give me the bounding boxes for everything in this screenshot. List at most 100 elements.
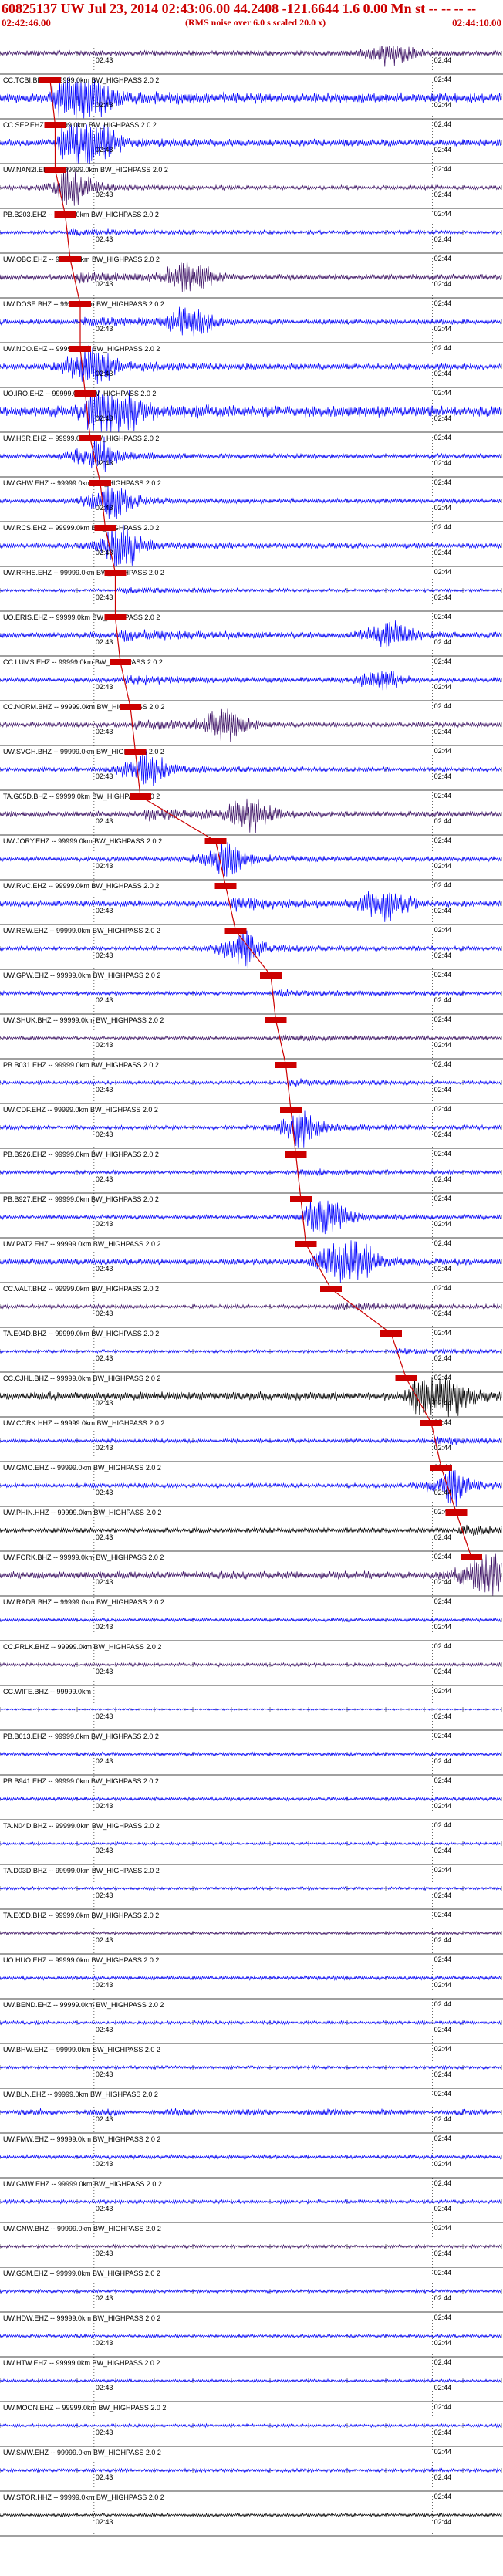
tick-label: 02:44 (434, 1354, 452, 1362)
station-label: TA.E05D.BHZ -- 99999.0km BW_HIGHPASS 2.0… (3, 1912, 159, 1919)
tick-label: 02:43 (96, 1668, 113, 1675)
tick-label: 02:43 (96, 1444, 113, 1452)
tick-label: 02:44 (434, 1597, 452, 1605)
tick-label: 02:44 (434, 2269, 452, 2277)
trace-row: 02:43 02:4402:44UW.HSR.EHZ -- 99999.0km B… (0, 431, 503, 473)
tick-label: 02:43 (96, 638, 113, 646)
tick-label: 02:44 (434, 1802, 452, 1810)
tick-label: 02:44 (434, 1195, 452, 1202)
trace-row: 02:43 02:44 02:44 PB.B926.EHZ -- 99999.0km … (0, 1148, 503, 1183)
trace-row: 02:43 02:44 02:44 PB.B941.EHZ -- 99999.0km … (0, 1774, 503, 1810)
tick-label: 02:43 (96, 2429, 113, 2436)
station-label: PB.B203.EHZ -- 99999.0km BW_HIGHPASS 2.0… (3, 211, 159, 218)
waveform (0, 1662, 502, 1668)
tick-label: 02:43 (96, 1802, 113, 1810)
waveform (0, 989, 502, 997)
station-label: UW.BHW.EHZ -- 99999.0km BW_HIGHPASS 2.0 … (3, 2046, 160, 2054)
tick-label: 02:44 (434, 210, 452, 218)
tick-label: 02:44 (434, 728, 452, 735)
tick-label: 02:44 (434, 2224, 452, 2232)
tick-label: 02:44 (434, 1533, 452, 1541)
waveform (0, 620, 502, 648)
tick-label: 02:44 (434, 2090, 452, 2098)
trace-row: 02:43 02:4402:44UW.RCS.EHZ -- 99999.0km B… (0, 521, 503, 567)
station-label: UW.STOR.HHZ -- 99999.0km BW_HIGHPASS 2.0… (3, 2493, 164, 2501)
station-label: UW.RADR.BHZ -- 99999.0km BW_HIGHPASS 2.0… (3, 1598, 164, 1606)
tick-label: 02:44 (434, 2026, 452, 2033)
tick-label: 02:44 (434, 1016, 452, 1023)
tick-label: 02:44 (434, 2314, 452, 2321)
tick-label: 02:43 (96, 1086, 113, 1094)
station-label: UO.HUO.EHZ -- 99999.0km BW_HIGHPASS 2.0 … (3, 1956, 159, 1964)
tick-label: 02:44 (434, 325, 452, 333)
tick-label: 02:44 (434, 952, 452, 959)
tick-label: 02:43 (96, 2205, 113, 2213)
waveform (0, 1617, 502, 1623)
tick-label: 02:44 (434, 2000, 452, 2008)
tick-label: 02:44 (434, 191, 452, 198)
tick-label: 02:44 (434, 120, 452, 128)
waveform (0, 1975, 502, 1981)
event-title: 60825137 UW Jul 23, 2014 02:43:06.00 44.… (2, 1, 477, 16)
station-label: PB.B013.EHZ -- 99999.0km BW_HIGHPASS 2.0… (3, 1733, 159, 1740)
tick-label: 02:43 (96, 1847, 113, 1854)
waveform (0, 671, 502, 691)
trace-row: 02:43 02:44 02:44 UW.FORK.BHZ -- 99999.0km … (0, 1550, 503, 1596)
station-label: UW.MOON.EHZ -- 99999.0km BW_HIGHPASS 2.0… (3, 2404, 166, 2412)
tick-label: 02:44 (434, 1329, 452, 1337)
tick-label: 02:44 (434, 613, 452, 620)
waveform (0, 258, 502, 292)
station-label: UW.NAN2I.EHZ 01 99999.0km BW_HIGHPASS 2.… (3, 166, 168, 174)
tick-label: 02:44 (434, 2473, 452, 2481)
tick-label: 02:43 (96, 1131, 113, 1138)
waveform (0, 2020, 502, 2026)
tick-label: 02:44 (434, 504, 452, 512)
station-label: CC.LUMS.EHZ -- 99999.0km BW_HIGHPASS 2.0… (3, 658, 163, 666)
tick-label: 02:44 (434, 971, 452, 979)
tick-label: 02:43 (96, 1041, 113, 1049)
station-label: UW.GMW.EHZ -- 99999.0km BW_HIGHPASS 2.0 … (3, 2180, 162, 2188)
tick-label: 02:44 (434, 2135, 452, 2142)
station-label: UW.GHW.EHZ -- 99999.0km BW_HIGHPASS 2.0 … (3, 479, 161, 487)
trace-row: 02:43 02:44 02:44 TA.D03D.BHZ -- 99999.0km … (0, 1864, 503, 1899)
trace-row: 02:43 02:44 02:44 UW.HDW.EHZ -- 99999.0km B… (0, 2311, 503, 2347)
tick-label: 02:43 (96, 1354, 113, 1362)
station-label: CC.CJHL.BHZ -- 99999.0km BW_HIGHPASS 2.0… (3, 1374, 160, 1382)
station-label: UW.BLN.EHZ -- 99999.0km BW_HIGHPASS 2.0 … (3, 2091, 158, 2098)
tick-label: 02:44 (434, 1150, 452, 1158)
trace-row: 02:43 02:44 02:44 UW.GNW.BHZ -- 99999.0km B… (0, 2222, 503, 2257)
trace-row: 02:43 02:44 02:44 TA.E05D.BHZ -- 99999.0km … (0, 1908, 503, 1944)
tick-label: 02:43 (96, 907, 113, 914)
trace-row: 02:4302:4402:44UW.NCO.EHZ -- 99999.0km B… (0, 342, 503, 384)
tick-label: 02:44 (434, 2429, 452, 2436)
tick-label: 02:44 (434, 907, 452, 914)
trace-row: 02:43 02:4402:44CC.NORM.BHZ -- 99999.0km … (0, 700, 503, 742)
waveform (0, 2378, 502, 2383)
tick-label: 02:43 (96, 2294, 113, 2302)
waveform (0, 306, 502, 337)
waveform (0, 484, 502, 519)
tick-label: 02:43 (96, 996, 113, 1004)
trace-row: 02:43 02:44 02:44 UW.SHUK.BHZ -- 99999.0km … (0, 1013, 503, 1049)
tick-label: 02:43 (96, 1712, 113, 1720)
tick-label: 02:43 (96, 772, 113, 780)
station-label: UW.GPW.EHZ -- 99999.0km BW_HIGHPASS 2.0 … (3, 972, 160, 979)
station-label: UW.BEND.EHZ -- 99999.0km BW_HIGHPASS 2.0… (3, 2001, 164, 2009)
trace-row: 02:43 02:4402:44UW.CCRK.HHZ -- 99999.0km … (0, 1416, 503, 1452)
tick-label: 02:44 (434, 146, 452, 154)
tick-label: 02:43 (96, 1175, 113, 1183)
tick-label: 02:44 (434, 101, 452, 109)
tick-label: 02:44 (434, 2045, 452, 2053)
tick-label: 02:44 (434, 568, 452, 576)
tick-label: 02:43 (96, 235, 113, 243)
tick-label: 02:44 (434, 1956, 452, 1963)
station-label: PB.B031.EHZ -- 99999.0km BW_HIGHPASS 2.0… (3, 1061, 159, 1069)
trace-row: 02:43 02:44 02:44 UW.SMW.EHZ -- 99999.0km B… (0, 2446, 503, 2481)
trace-row: 02:43 02:44 02:44 UW.PAT2.EHZ -- 99999.0km … (0, 1237, 503, 1283)
waveform (0, 2422, 502, 2429)
tick-label: 02:44 (434, 702, 452, 710)
tick-label: 02:43 (96, 280, 113, 288)
trace-row: 02:4302:4402:44UW.GMO.EHZ -- 99999.0km B… (0, 1461, 503, 1507)
trace-row: 02:43 02:44 02:44 PB.B031.EHZ -- 99999.0km … (0, 1058, 503, 1094)
tick-label: 02:44 (434, 1265, 452, 1273)
